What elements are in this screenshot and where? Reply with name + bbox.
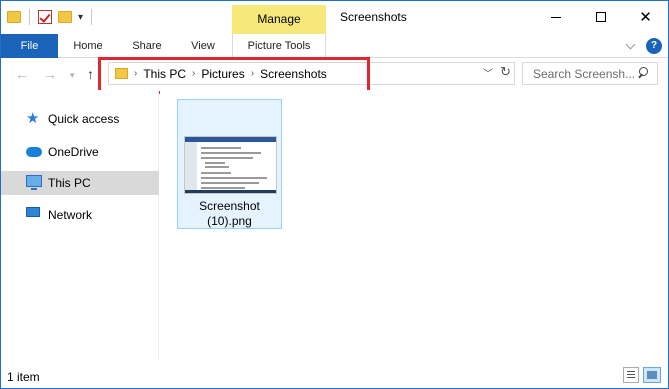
- ribbon-tabs: File Home Share View Picture Tools ?: [1, 34, 668, 58]
- large-icons-view-icon[interactable]: [643, 367, 661, 383]
- minimize-button[interactable]: [533, 1, 578, 33]
- computer-icon: [26, 175, 42, 191]
- sidebar-item-label: Network: [48, 208, 93, 222]
- search-box[interactable]: Search Screensh...: [522, 62, 658, 85]
- star-icon: ★: [26, 110, 40, 127]
- close-icon: ✕: [639, 8, 652, 26]
- sidebar-item-onedrive[interactable]: OneDrive: [1, 140, 159, 164]
- up-arrow-icon[interactable]: ↑: [87, 66, 94, 82]
- item-count: 1 item: [7, 370, 40, 384]
- sidebar-item-label: OneDrive: [48, 145, 99, 159]
- annotation-highlight-box: [98, 57, 370, 94]
- title-bar: ▾ Manage Screenshots ✕: [1, 1, 668, 34]
- back-arrow-icon[interactable]: ←: [15, 66, 29, 82]
- maximize-icon: [595, 12, 606, 22]
- refresh-icon[interactable]: ↻: [500, 64, 511, 80]
- window-controls: ✕: [533, 1, 668, 33]
- file-explorer-window: ▾ Manage Screenshots ✕ File Home Share V…: [0, 0, 669, 389]
- search-icon[interactable]: [637, 67, 648, 78]
- new-folder-icon[interactable]: [58, 11, 72, 23]
- folder-icon: [7, 11, 21, 23]
- sidebar-item-label: Quick access: [48, 112, 120, 126]
- file-name-line: Screenshot: [199, 199, 260, 213]
- sidebar-item-label: This PC: [48, 176, 91, 190]
- tab-file[interactable]: File: [1, 34, 58, 58]
- manage-contextual-tab[interactable]: Manage: [232, 5, 326, 34]
- window-title: Screenshots: [340, 10, 407, 24]
- file-list: Screenshot (10).png: [160, 90, 668, 360]
- address-history-chevron-icon[interactable]: ﹀: [483, 65, 493, 80]
- quick-access-toolbar: ▾: [7, 9, 94, 25]
- customize-toolbar-chevron-icon[interactable]: ▾: [78, 12, 83, 23]
- tab-view[interactable]: View: [184, 34, 222, 58]
- ribbon-right-controls: ?: [626, 38, 662, 54]
- minimize-icon: [550, 16, 561, 18]
- toolbar-divider: [91, 9, 93, 25]
- close-button[interactable]: ✕: [623, 1, 668, 33]
- tab-home[interactable]: Home: [68, 34, 108, 58]
- sidebar-item-quick-access[interactable]: ★ Quick access: [1, 107, 159, 131]
- network-icon: [26, 207, 42, 223]
- file-item[interactable]: Screenshot (10).png: [177, 99, 282, 229]
- tab-share[interactable]: Share: [125, 34, 169, 58]
- file-name: Screenshot (10).png: [178, 199, 281, 229]
- help-icon[interactable]: ?: [646, 38, 662, 54]
- recent-locations-chevron-icon[interactable]: ▾: [70, 70, 75, 81]
- status-bar: 1 item: [1, 362, 668, 388]
- image-thumbnail: [184, 136, 277, 194]
- forward-arrow-icon[interactable]: →: [43, 66, 57, 82]
- sidebar-item-network[interactable]: Network: [1, 203, 159, 227]
- properties-icon[interactable]: [38, 10, 52, 24]
- expand-ribbon-chevron-icon[interactable]: [626, 41, 636, 51]
- tab-picture-tools[interactable]: Picture Tools: [232, 34, 326, 58]
- search-placeholder[interactable]: Search Screensh...: [533, 67, 635, 81]
- cloud-icon: [26, 144, 42, 160]
- sidebar-item-this-pc[interactable]: This PC: [1, 171, 159, 195]
- toolbar-divider: [29, 9, 30, 25]
- file-name-line: (10).png: [207, 214, 252, 228]
- maximize-button[interactable]: [578, 1, 623, 33]
- navigation-pane: ★ Quick access OneDrive This PC Network: [1, 90, 159, 360]
- details-view-icon[interactable]: [623, 367, 639, 383]
